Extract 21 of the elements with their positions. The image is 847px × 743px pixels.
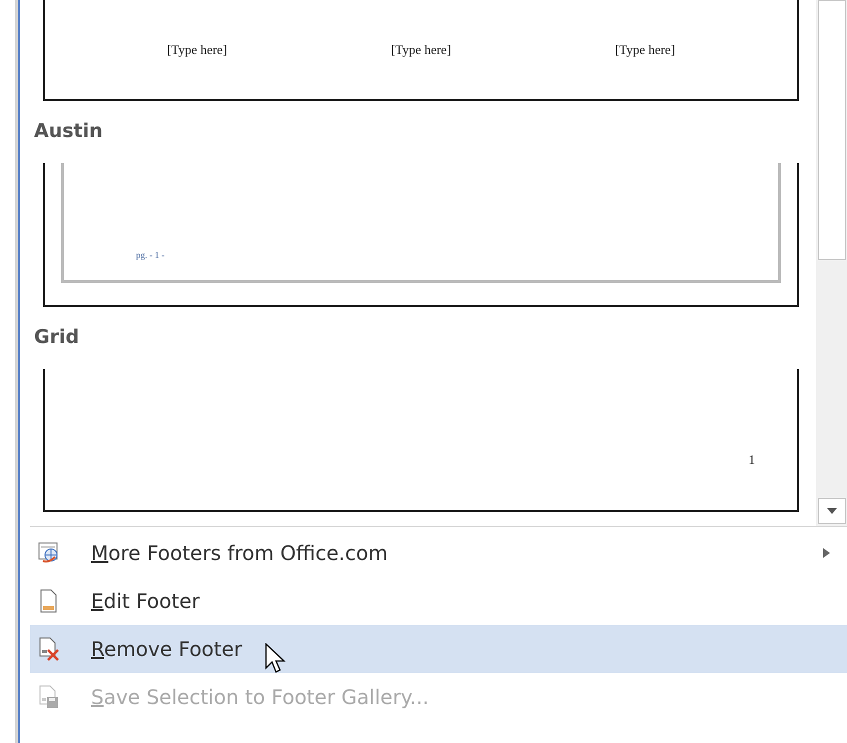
scroll-down-button[interactable] (818, 498, 846, 524)
submenu-arrow-icon (823, 548, 830, 558)
page-number: pg. - 1 - (136, 250, 164, 260)
menu-item[interactable]: More Footers from Office.com (30, 529, 847, 577)
placeholder-text: [Type here] (166, 42, 228, 58)
footer-preview[interactable]: pg. - 1 - (43, 163, 799, 307)
save-page-icon (37, 685, 61, 709)
footer-preview[interactable]: 1 (43, 369, 799, 512)
page-number: 1 (748, 452, 755, 468)
footer-preview[interactable]: [Type here] [Type here] [Type here] (43, 0, 799, 101)
scrollbar[interactable] (816, 0, 847, 526)
menu-item[interactable]: Edit Footer (30, 577, 847, 625)
gallery-heading: Austin (34, 119, 104, 144)
scroll-thumb[interactable] (818, 0, 846, 260)
placeholder-text: [Type here] (614, 42, 676, 58)
down-arrow-icon (826, 507, 838, 515)
gallery-heading: Grid (34, 325, 80, 350)
menu-item[interactable]: Remove Footer (30, 625, 847, 673)
mouse-pointer-icon (265, 643, 287, 675)
placeholder-text: [Type here] (390, 42, 452, 58)
delete-page-icon (37, 637, 61, 661)
